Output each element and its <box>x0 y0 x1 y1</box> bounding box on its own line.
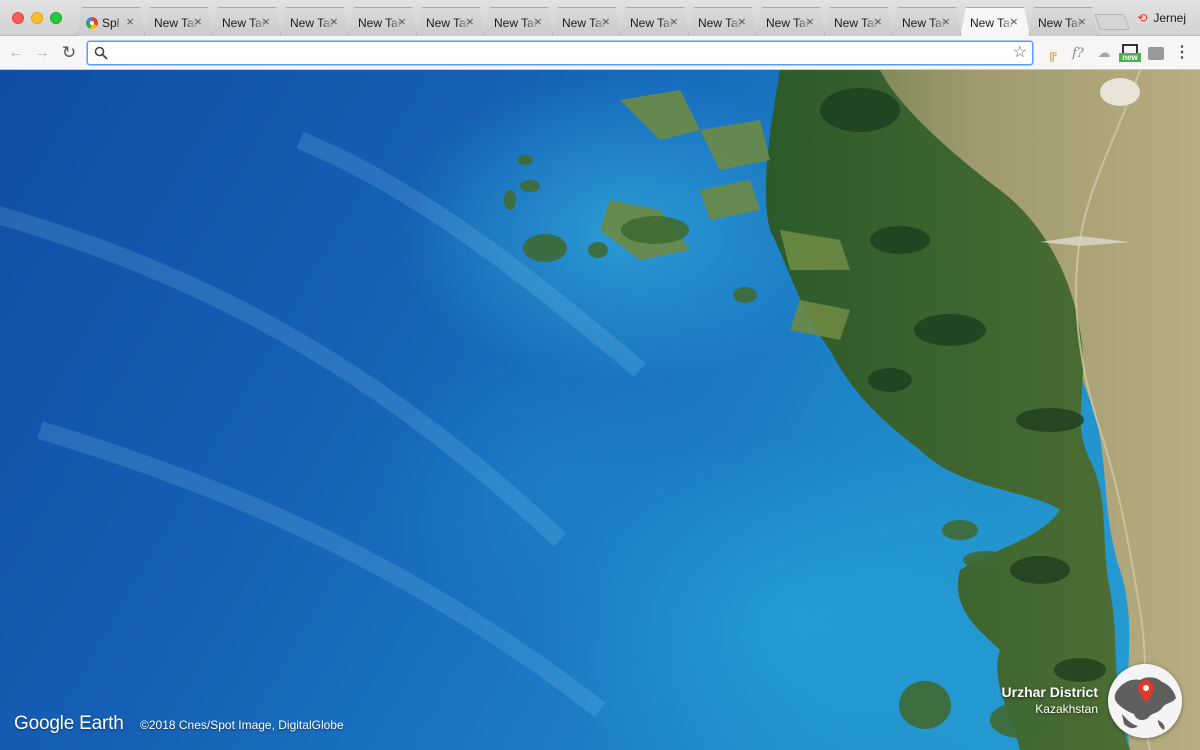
back-icon: ← <box>8 44 24 61</box>
tab[interactable]: New Tab × <box>892 7 962 36</box>
address-input[interactable] <box>114 44 994 62</box>
frame-icon <box>1122 44 1138 53</box>
window-zoom-button[interactable] <box>50 12 62 24</box>
sync-error-icon: ⟲ <box>1137 11 1148 25</box>
tab-close-icon[interactable]: × <box>600 15 612 29</box>
tab-close-icon[interactable]: × <box>736 15 748 29</box>
tab-close-icon[interactable]: × <box>804 15 816 29</box>
tab-close-icon[interactable]: × <box>872 15 884 29</box>
window-close-button[interactable] <box>12 12 24 24</box>
tab[interactable]: New Tab × <box>552 7 622 36</box>
tab[interactable]: New Tab × <box>416 7 486 36</box>
google-earth-logo[interactable]: Google Earth <box>14 713 124 735</box>
tab[interactable]: New Tab × <box>212 7 282 36</box>
tab-close-icon[interactable]: × <box>396 15 408 29</box>
tab-close-icon[interactable]: × <box>328 15 340 29</box>
wallet-icon <box>1148 46 1164 60</box>
tab[interactable]: New Tab × <box>280 7 350 36</box>
tab[interactable]: New Tab × <box>756 7 826 36</box>
tab-strip: Spl × New Tab × New Tab × New Tab × New Tab × New … <box>0 0 1200 36</box>
tab-close-icon[interactable]: × <box>1008 15 1020 29</box>
forward-icon: → <box>34 44 50 61</box>
tab[interactable]: New Tab × <box>348 7 418 36</box>
imagery-copyright: ©2018 Cnes/Spot Image, DigitalGlobe <box>140 718 344 732</box>
tab-close-icon[interactable]: × <box>260 15 272 29</box>
extension-bookmark-icon[interactable]: ╔ <box>1043 44 1061 62</box>
tab-close-icon[interactable]: × <box>668 15 680 29</box>
tab-active[interactable]: New Tab × <box>960 7 1030 36</box>
tab[interactable]: New Tab × <box>620 7 690 36</box>
location-label[interactable]: Urzhar District Kazakhstan <box>1002 684 1098 717</box>
tab-close-icon[interactable]: × <box>124 15 136 29</box>
satellite-imagery <box>0 70 1200 750</box>
new-badge: new <box>1119 53 1141 62</box>
tab[interactable]: New Tab × <box>688 7 758 36</box>
toolbar: ← → ↻ ☆ ╔ f? ☁ new ⋮ <box>0 36 1200 70</box>
location-name: Urzhar District <box>1001 684 1098 700</box>
tab[interactable]: New Tab × <box>144 7 214 36</box>
search-icon <box>94 46 108 60</box>
profile-button[interactable]: ⟲ Jernej <box>1137 11 1186 25</box>
menu-icon[interactable]: ⋮ <box>1174 44 1190 62</box>
tab-close-icon[interactable]: × <box>532 15 544 29</box>
tab-title: Spl <box>102 16 120 30</box>
extension-formula-icon[interactable]: f? <box>1069 44 1087 62</box>
extension-cloud-icon[interactable]: ☁ <box>1095 44 1113 62</box>
forward-button[interactable]: → <box>31 42 53 64</box>
profile-name: Jernej <box>1153 11 1186 25</box>
new-tab-button[interactable] <box>1094 14 1130 30</box>
tab[interactable]: New Tab × <box>484 7 554 36</box>
earth-satellite-view <box>0 70 1200 750</box>
tab[interactable]: Spl × <box>76 7 146 36</box>
location-country: Kazakhstan <box>1035 702 1098 716</box>
window-minimize-button[interactable] <box>31 12 43 24</box>
extension-new-icon[interactable]: new <box>1119 44 1141 62</box>
tab-close-icon[interactable]: × <box>1076 15 1088 29</box>
reload-button[interactable]: ↻ <box>58 42 80 64</box>
tab[interactable]: New Tab × <box>1028 7 1098 36</box>
reload-icon: ↻ <box>61 43 77 62</box>
tab-close-icon[interactable]: × <box>940 15 952 29</box>
back-button[interactable]: ← <box>5 42 27 64</box>
extension-wallet-icon[interactable] <box>1147 44 1165 62</box>
tab-close-icon[interactable]: × <box>192 15 204 29</box>
omnibox[interactable]: ☆ <box>87 41 1033 65</box>
bookmark-star-icon[interactable]: ☆ <box>1013 44 1027 62</box>
tab[interactable]: New Tab × <box>824 7 894 36</box>
globe-icon <box>1109 665 1181 737</box>
tab-favicon-icon <box>86 17 98 29</box>
tab-close-icon[interactable]: × <box>464 15 476 29</box>
globe-map-button[interactable] <box>1108 664 1182 738</box>
extension-formula-label: f? <box>1072 45 1084 61</box>
